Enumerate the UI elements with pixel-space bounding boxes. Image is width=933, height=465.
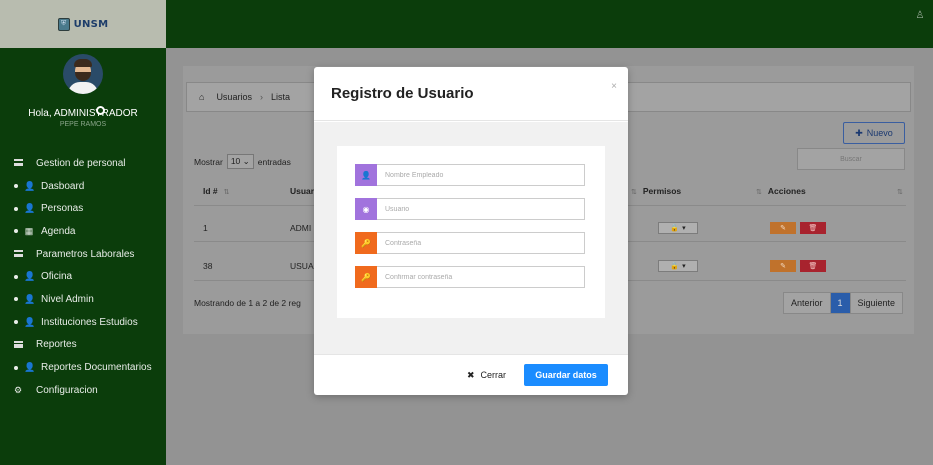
bars-icon bbox=[12, 158, 24, 168]
user-circle-icon: ◉ bbox=[355, 198, 377, 220]
edit-icon: ✎ bbox=[780, 225, 786, 232]
col-permisos[interactable]: ⇅ Permisos bbox=[631, 186, 681, 196]
brand[interactable]: ⛨ UNSM bbox=[0, 0, 166, 48]
caret-down-icon: ▾ bbox=[682, 225, 686, 232]
bars-icon bbox=[12, 340, 24, 350]
online-status-icon bbox=[96, 106, 105, 115]
employee-field: 👤 bbox=[355, 164, 585, 186]
row-2-delete-button[interactable]: 🗑 bbox=[800, 260, 826, 272]
topbar: ♙ bbox=[166, 0, 933, 48]
shield-logo-icon: ⛨ bbox=[57, 17, 70, 31]
sidebar-item-instituciones[interactable]: 👤 Instituciones Estudios bbox=[0, 311, 166, 334]
lock-icon: 🔒 bbox=[670, 225, 680, 232]
pagination-page-1[interactable]: 1 bbox=[829, 293, 851, 313]
confirm-password-input[interactable] bbox=[377, 266, 585, 288]
table-info: Mostrando de 1 a 2 de 2 reg bbox=[194, 298, 301, 308]
user-menu-icon[interactable]: ♙ bbox=[913, 10, 927, 24]
page-size-control: Mostrar 10 ⌄ entradas bbox=[194, 154, 291, 169]
password-input[interactable] bbox=[377, 232, 585, 254]
user-icon: 👤 bbox=[24, 271, 36, 282]
modal-footer: ✖ Cerrar Guardar datos bbox=[314, 354, 628, 395]
row-1-permissions-dropdown[interactable]: 🔒 ▾ bbox=[658, 222, 698, 234]
key-icon: 🔑 bbox=[355, 232, 377, 254]
brand-name: UNSM bbox=[73, 18, 109, 30]
bars-icon bbox=[12, 249, 24, 259]
sidebar-item-reportes-documentarios[interactable]: 👤 Reportes Documentarios bbox=[0, 356, 166, 379]
pagination-prev[interactable]: Anterior bbox=[784, 293, 830, 313]
password-field: 🔑 bbox=[355, 232, 585, 254]
row-2-id: 38 bbox=[203, 261, 213, 271]
close-icon: ✖ bbox=[467, 369, 475, 380]
plus-icon: ✚ bbox=[855, 127, 863, 138]
nuevo-button[interactable]: ✚ Nuevo bbox=[843, 122, 905, 144]
sidebar-section-reportes[interactable]: Reportes bbox=[0, 334, 166, 357]
row-2-user: USUA bbox=[290, 261, 314, 271]
trash-icon: 🗑 bbox=[808, 225, 818, 232]
user-icon: 👤 bbox=[355, 164, 377, 186]
row-2-edit-button[interactable]: ✎ bbox=[770, 260, 796, 272]
breadcrumb-lista: Lista bbox=[270, 92, 290, 102]
modal-body: 👤 ◉ 🔑 🔑 bbox=[314, 122, 628, 354]
edit-icon: ✎ bbox=[780, 263, 786, 270]
sidebar-item-agenda[interactable]: ▦ Agenda bbox=[0, 220, 166, 243]
user-panel: Hola, ADMINISTRADOR PEPE RAMOS bbox=[0, 48, 166, 152]
row-2-permissions-dropdown[interactable]: 🔒 ▾ bbox=[658, 260, 698, 272]
close-icon[interactable]: × bbox=[611, 81, 617, 92]
modal-title: Registro de Usuario bbox=[331, 85, 474, 102]
modal-header: Registro de Usuario × bbox=[314, 67, 628, 121]
trash-icon: 🗑 bbox=[808, 263, 818, 270]
home-icon[interactable]: ⌂ bbox=[199, 92, 204, 102]
user-icon: 👤 bbox=[24, 293, 36, 304]
sidebar-section-gestion[interactable]: Gestion de personal bbox=[0, 152, 166, 175]
sort-icon[interactable]: ⇅ bbox=[891, 186, 903, 196]
caret-down-icon: ▾ bbox=[682, 263, 686, 270]
user-subname: PEPE RAMOS bbox=[59, 121, 107, 128]
search-input[interactable]: Buscar bbox=[797, 148, 905, 170]
user-greeting: Hola, ADMINISTRADOR bbox=[28, 108, 138, 119]
row-1-delete-button[interactable]: 🗑 bbox=[800, 222, 826, 234]
breadcrumb-usuarios[interactable]: Usuarios bbox=[216, 92, 252, 102]
guardar-datos-button[interactable]: Guardar datos bbox=[524, 364, 608, 386]
page-size-select[interactable]: 10 ⌄ bbox=[226, 154, 254, 169]
col-acciones[interactable]: ⇅ Acciones bbox=[756, 186, 806, 196]
chevron-down-icon: ⌄ bbox=[242, 156, 250, 166]
row-1-user: ADMI bbox=[290, 223, 312, 233]
col-id[interactable]: Id # ⇅ bbox=[203, 186, 230, 196]
breadcrumb-bar-right bbox=[625, 82, 911, 112]
username-input[interactable] bbox=[377, 198, 585, 220]
row-1-edit-button[interactable]: ✎ bbox=[770, 222, 796, 234]
key-icon: 🔑 bbox=[355, 266, 377, 288]
user-icon: 👤 bbox=[24, 362, 36, 373]
user-icon: 👤 bbox=[24, 203, 36, 214]
form-card: 👤 ◉ 🔑 🔑 bbox=[337, 146, 605, 318]
sidebar-item-dasboard[interactable]: 👤 Dasboard bbox=[0, 175, 166, 198]
avatar bbox=[63, 54, 103, 94]
sidebar-nav: Gestion de personal 👤 Dasboard 👤 Personas … bbox=[0, 152, 166, 402]
sidebar-item-oficina[interactable]: 👤 Oficina bbox=[0, 265, 166, 288]
pagination: Anterior 1 Siguiente bbox=[783, 292, 904, 314]
sidebar-item-personas[interactable]: 👤 Personas bbox=[0, 197, 166, 220]
confirm-password-field: 🔑 bbox=[355, 266, 585, 288]
gear-icon: ⚙ bbox=[13, 384, 23, 395]
sidebar-item-configuracion[interactable]: ⚙ Configuracion bbox=[0, 379, 166, 402]
cerrar-button[interactable]: ✖ Cerrar bbox=[463, 364, 510, 386]
sidebar-section-parametros[interactable]: Parametros Laborales bbox=[0, 243, 166, 266]
employee-input[interactable] bbox=[377, 164, 585, 186]
calendar-icon: ▦ bbox=[24, 225, 34, 236]
user-icon: 👤 bbox=[24, 180, 36, 191]
username-field: ◉ bbox=[355, 198, 585, 220]
user-icon: 👤 bbox=[24, 316, 36, 327]
pagination-next[interactable]: Siguiente bbox=[850, 293, 903, 313]
col-usuario[interactable]: Usuar bbox=[290, 186, 314, 196]
sidebar-item-nivel-admin[interactable]: 👤 Nivel Admin bbox=[0, 288, 166, 311]
lock-icon: 🔒 bbox=[670, 263, 680, 270]
register-user-modal: Registro de Usuario × 👤 ◉ 🔑 🔑 ✖ bbox=[314, 67, 628, 395]
sidebar: ⛨ UNSM Hola, ADMINISTRADOR PEPE RAMOS Ge… bbox=[0, 0, 166, 465]
row-1-id: 1 bbox=[203, 223, 208, 233]
